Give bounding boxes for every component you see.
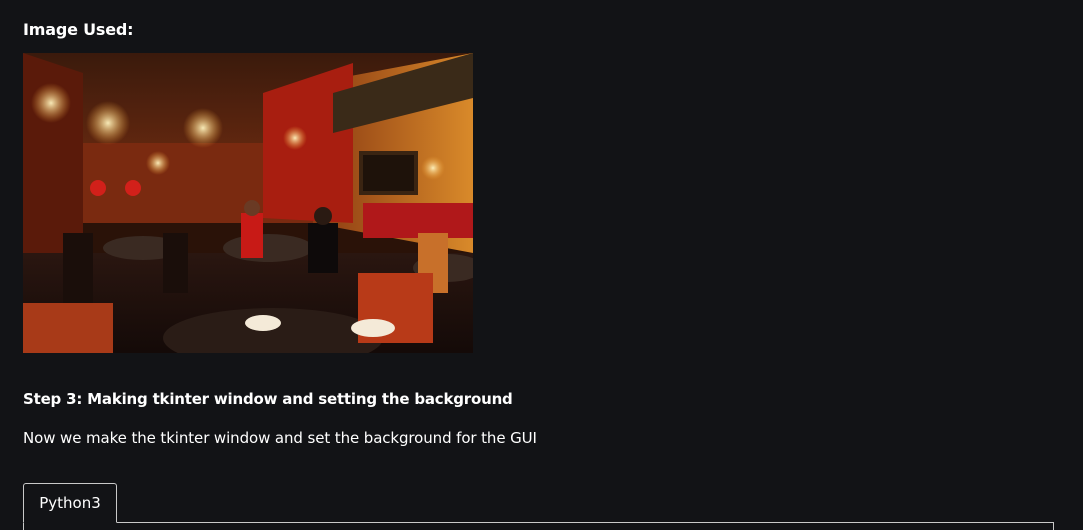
code-block-container <box>23 522 1054 530</box>
article-page: Image Used: Step 3: Making tkinter windo… <box>0 0 1083 530</box>
image-used-heading: Image Used: <box>23 20 134 39</box>
step-heading: Step 3: Making tkinter window and settin… <box>23 390 513 408</box>
step-description: Now we make the tkinter window and set t… <box>23 429 537 447</box>
restaurant-photo <box>23 53 473 353</box>
tab-python3[interactable]: Python3 <box>23 483 117 523</box>
